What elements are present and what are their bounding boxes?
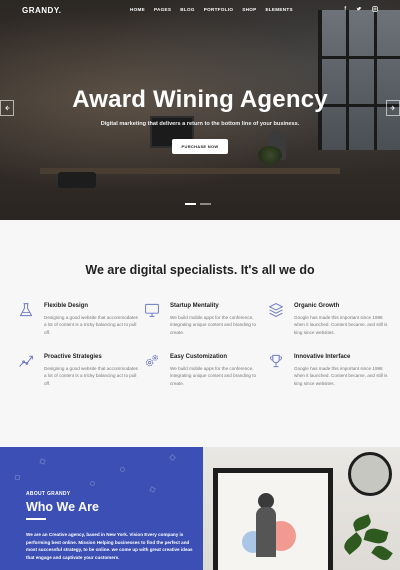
decor-shape [39, 458, 46, 465]
feature-description: Designing a good website that accommodat… [44, 366, 138, 386]
brand-logo[interactable]: GRANDY. [22, 6, 62, 15]
hero-subtitle: Digital marketing that delivers a return… [100, 121, 300, 127]
facebook-icon[interactable]: f [344, 6, 346, 14]
hero-section: GRANDY. HOME PAGES BLOG PORTFOLIO SHOP E… [0, 0, 400, 220]
about-divider [26, 518, 46, 520]
feature-title: Flexible Design [44, 303, 89, 309]
about-section: ABOUT GRANDY Who We Are We are an Creati… [0, 447, 203, 570]
window-image [318, 10, 400, 150]
typewriter-image [58, 172, 96, 188]
purchase-now-button[interactable]: PURCHASE NOW [172, 139, 228, 154]
feature-description: Google has made this important since 199… [294, 366, 388, 386]
nav-item-portfolio[interactable]: PORTFOLIO [204, 7, 234, 12]
nav-item-pages[interactable]: PAGES [154, 7, 171, 12]
decor-shape [149, 486, 156, 493]
decor-shape [168, 453, 177, 462]
about-title: Who We Are [26, 500, 99, 514]
slider-prev-button[interactable] [0, 100, 14, 116]
feature-title: Innovative Interface [294, 354, 351, 360]
flask-icon [18, 302, 34, 318]
chevron-left-icon [4, 104, 10, 113]
services-heading: We are digital specialists. It's all we … [85, 263, 315, 277]
gears-icon [144, 353, 160, 369]
monitor-icon [144, 302, 160, 318]
framed-artwork-image [213, 468, 333, 570]
decor-shape [120, 467, 125, 472]
slider-dots [185, 203, 211, 205]
layers-icon [268, 302, 284, 318]
chevron-right-icon [390, 104, 396, 113]
plant-leaf [371, 542, 393, 564]
decor-shape [14, 474, 21, 481]
feature-title: Proactive Strategies [44, 354, 102, 360]
feature-description: We build mobile apps for the conference,… [170, 315, 257, 335]
decor-shape [90, 481, 95, 486]
services-section: We are digital specialists. It's all we … [0, 220, 400, 447]
main-menu: HOME PAGES BLOG PORTFOLIO SHOP ELEMENTS [130, 7, 293, 12]
feature-title: Organic Growth [294, 303, 340, 309]
slider-next-button[interactable] [386, 100, 400, 116]
hero-title: Award Wining Agency [72, 86, 328, 113]
plant-image [258, 146, 282, 164]
top-navigation: GRANDY. HOME PAGES BLOG PORTFOLIO SHOP E… [0, 0, 400, 20]
trophy-icon [268, 353, 284, 369]
slider-dot-1[interactable] [185, 203, 196, 205]
art-shape [256, 507, 276, 557]
feature-title: Easy Customization [170, 354, 228, 360]
feature-description: Designing a good website that accommodat… [44, 315, 138, 335]
slider-dot-2[interactable] [200, 203, 211, 205]
feature-title: Startup Mentality [170, 303, 219, 309]
instagram-icon[interactable] [372, 6, 378, 14]
nav-item-home[interactable]: HOME [130, 7, 145, 12]
round-mirror-image [348, 452, 392, 496]
social-links: f [344, 6, 378, 14]
nav-item-blog[interactable]: BLOG [180, 7, 194, 12]
feature-description: We build mobile apps for the conference,… [170, 366, 257, 386]
nav-item-elements[interactable]: ELEMENTS [265, 7, 292, 12]
nav-item-shop[interactable]: SHOP [242, 7, 256, 12]
chart-line-icon [18, 353, 34, 369]
about-text: We are an Creative agency, based in New … [26, 532, 193, 560]
about-photo [203, 447, 400, 570]
about-label: ABOUT GRANDY [26, 491, 71, 497]
feature-description: Google has made this important since 199… [294, 315, 388, 335]
twitter-icon[interactable] [356, 6, 362, 14]
plant-leaf [341, 532, 365, 555]
plant-leaf [363, 526, 389, 546]
